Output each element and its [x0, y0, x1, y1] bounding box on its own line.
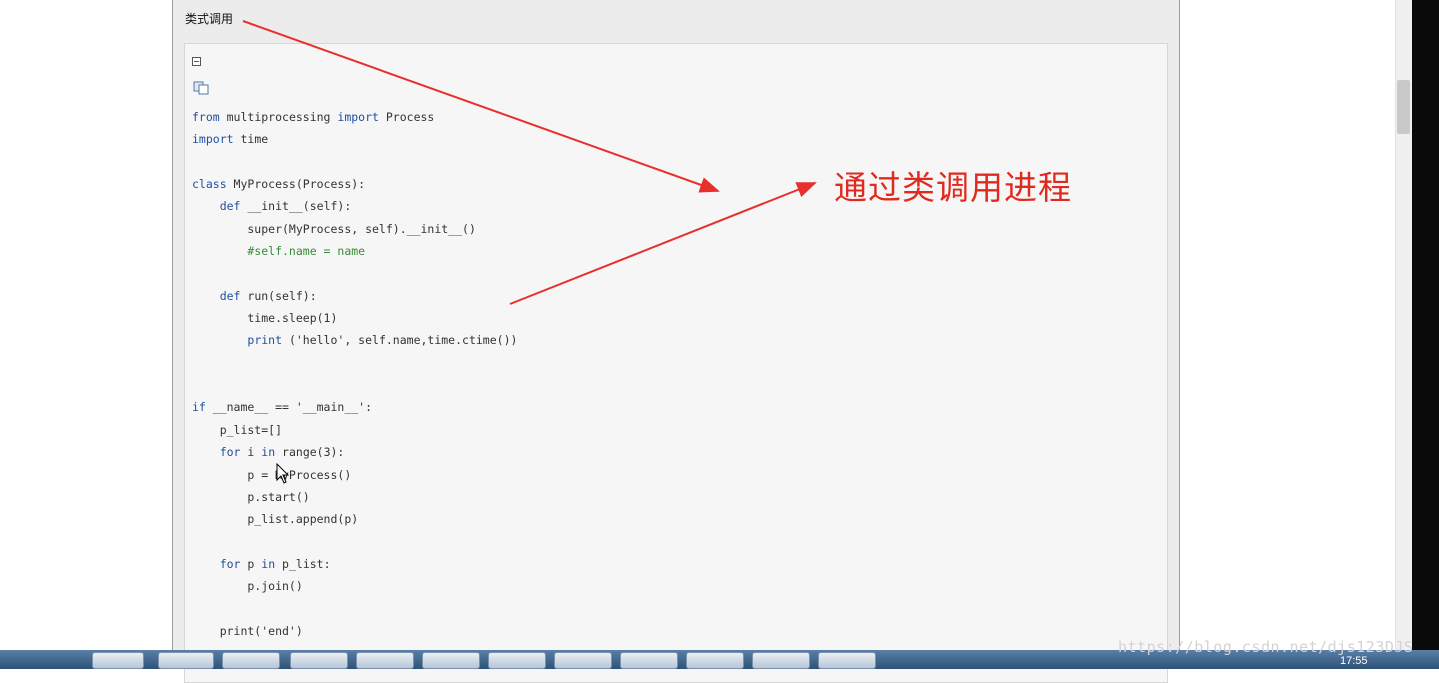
- taskbar-editor-button[interactable]: [356, 652, 414, 669]
- taskbar-explorer-button[interactable]: [92, 652, 144, 669]
- taskbar-paint-button[interactable]: [752, 652, 810, 669]
- annotation-text: 通过类调用进程: [834, 168, 1072, 207]
- taskbar-clock: 17:55: [1340, 655, 1368, 667]
- watermark-text: https://blog.csdn.net/djs123DJS: [1118, 638, 1414, 656]
- taskbar-terminal-button[interactable]: [620, 652, 678, 669]
- arrow-line-2: [509, 182, 817, 305]
- arrow-line-1: [242, 20, 720, 193]
- taskbar-qq-button[interactable]: [422, 652, 480, 669]
- taskbar-pycharm-button[interactable]: [488, 652, 546, 669]
- taskbar-folder-button[interactable]: [686, 652, 744, 669]
- window-edge: [1412, 0, 1439, 669]
- taskbar-monitor-button[interactable]: [818, 652, 876, 669]
- annotation-arrows: [242, 20, 817, 305]
- taskbar-browser-button[interactable]: [158, 652, 214, 669]
- mouse-cursor-icon: [276, 463, 290, 484]
- taskbar-app-button[interactable]: [222, 652, 280, 669]
- scrollbar-thumb[interactable]: [1397, 80, 1410, 134]
- taskbar-file-button[interactable]: [554, 652, 612, 669]
- taskbar-chrome-button[interactable]: [290, 652, 348, 669]
